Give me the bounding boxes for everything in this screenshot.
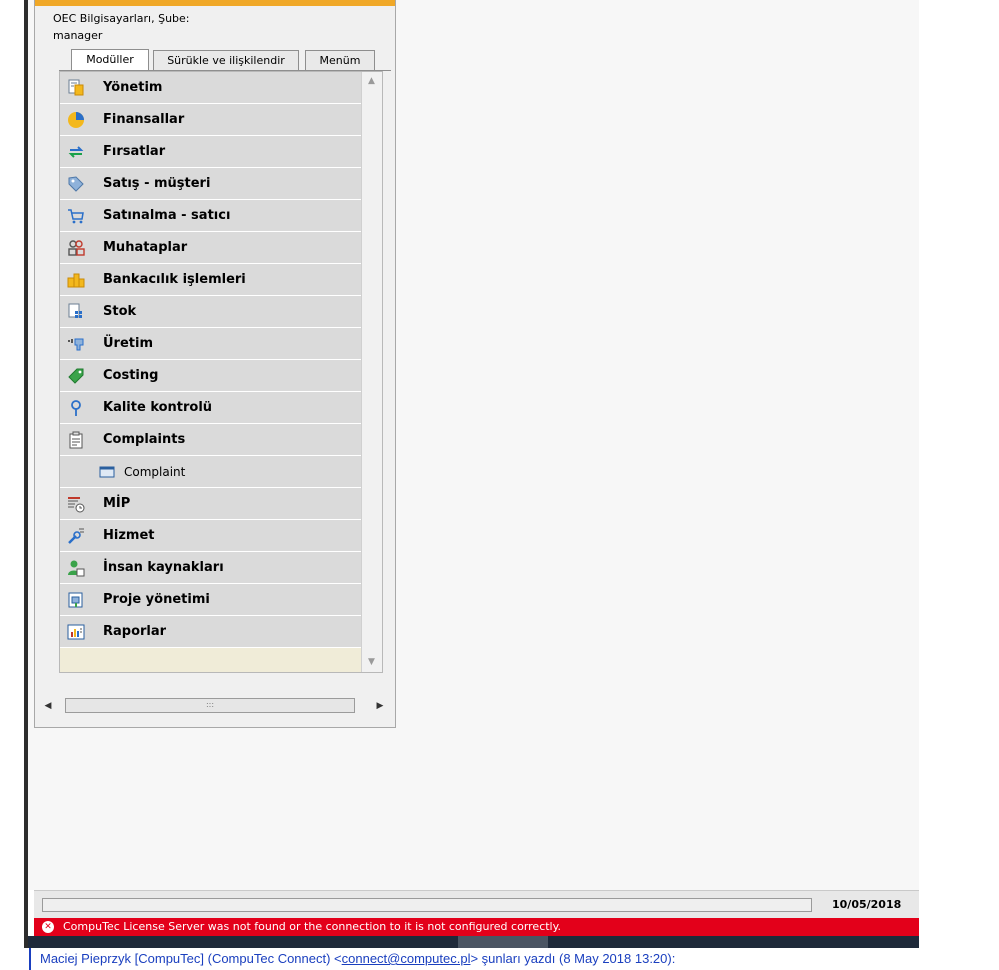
module-label: Finansallar [103,112,185,127]
module-label: Stok [103,304,137,319]
scroll-left-icon[interactable]: ◀ [41,699,55,713]
horizontal-scrollbar[interactable]: ◀ ::: ▶ [39,696,389,716]
email-wrote-text: > şunları yazdı (8 May 2018 13:20): [470,951,676,966]
mrp-calendar-icon [68,497,85,513]
module-uretim[interactable]: Üretim [60,328,362,360]
admin-icon [68,79,84,96]
module-label: Raporlar [103,624,167,639]
error-message-bar[interactable]: ✕ CompuTec License Server was not found … [34,918,919,936]
module-costing[interactable]: Costing [60,360,362,392]
banking-coins-icon [67,273,85,288]
tab-moduller[interactable]: Modüller [71,49,149,71]
vertical-scrollbar[interactable]: ▲ ▼ [361,72,382,672]
pie-chart-icon [68,112,84,128]
module-label: Costing [103,368,159,383]
tab-surukle-iliskilendir[interactable]: Sürükle ve ilişkilendir [153,50,299,70]
module-list: Yönetim Finansallar Fırsatlar Satış - mü… [59,71,383,673]
module-yonetim[interactable]: Yönetim [60,72,362,104]
module-label: MİP [103,496,131,511]
submodule-complaint[interactable]: Complaint [60,456,362,488]
email-sender: Maciej Pieprzyk [CompuTec] (CompuTec Con… [40,951,342,966]
email-quote-bar [29,948,31,970]
costing-tag-icon [68,368,84,384]
form-window-icon [99,466,115,478]
module-raporlar[interactable]: Raporlar [60,616,362,648]
module-bankacilik-islemleri[interactable]: Bankacılık işlemleri [60,264,362,296]
quality-pin-icon [71,400,81,416]
module-insan-kaynaklari[interactable]: İnsan kaynakları [60,552,362,584]
tab-menum[interactable]: Menüm [305,50,375,70]
error-message: CompuTec License Server was not found or… [63,920,562,933]
email-quote-header: Maciej Pieprzyk [CompuTec] (CompuTec Con… [40,951,675,966]
module-complaints[interactable]: Complaints [60,424,362,456]
module-label: Yönetim [103,80,163,95]
error-icon: ✕ [42,921,54,933]
scroll-up-icon[interactable]: ▲ [364,74,379,89]
status-bar: 10/05/2018 [34,890,919,918]
company-branch-label: OEC Bilgisayarları, Şube: [53,12,190,25]
sales-tag-icon [68,176,84,192]
main-menu-window: OEC Bilgisayarları, Şube: manager Modüll… [34,0,396,728]
module-label: Muhataplar [103,240,188,255]
module-list-items: Yönetim Finansallar Fırsatlar Satış - mü… [60,72,362,648]
taskbar-segment [458,936,548,948]
reports-icon [67,624,85,640]
status-date: 10/05/2018 [832,898,902,911]
module-stok[interactable]: Stok [60,296,362,328]
module-kalite-kontrolu[interactable]: Kalite kontrolü [60,392,362,424]
module-label: İnsan kaynakları [103,560,224,575]
module-label: Kalite kontrolü [103,400,213,415]
module-label: Fırsatlar [103,144,166,159]
user-label: manager [53,29,103,42]
module-label: Complaints [103,432,186,447]
clipboard-icon [69,431,83,449]
module-hizmet[interactable]: Hizmet [60,520,362,552]
module-finansallar[interactable]: Finansallar [60,104,362,136]
module-mip[interactable]: MİP [60,488,362,520]
hr-person-icon [68,560,85,577]
module-label: Satınalma - satıcı [103,208,231,223]
service-wrench-icon [68,528,84,544]
module-label: Proje yönetimi [103,592,210,607]
cart-icon [68,209,84,224]
window-accent-bar [35,0,395,6]
email-link[interactable]: connect@computec.pl [342,951,471,966]
scroll-right-icon[interactable]: ▶ [373,699,387,713]
module-satis-musteri[interactable]: Satış - müşteri [60,168,362,200]
opportunity-arrows-icon [68,146,84,158]
status-message-field [42,898,812,912]
taskbar-strip [28,936,919,948]
module-label: Üretim [103,336,154,351]
module-satinalma-satici[interactable]: Satınalma - satıcı [60,200,362,232]
module-muhataplar[interactable]: Muhataplar [60,232,362,264]
submodule-label: Complaint [124,464,186,479]
module-proje-yonetimi[interactable]: Proje yönetimi [60,584,362,616]
horizontal-scroll-thumb[interactable]: ::: [65,698,355,713]
production-icon [68,338,84,351]
partners-icon [68,240,85,256]
module-firsatlar[interactable]: Fırsatlar [60,136,362,168]
module-label: Satış - müşteri [103,176,211,191]
scroll-down-icon[interactable]: ▼ [364,655,379,670]
module-label: Hizmet [103,528,155,543]
inventory-icon [68,303,82,318]
module-label: Bankacılık işlemleri [103,272,246,287]
workspace-area [395,0,919,890]
project-icon [68,592,83,608]
